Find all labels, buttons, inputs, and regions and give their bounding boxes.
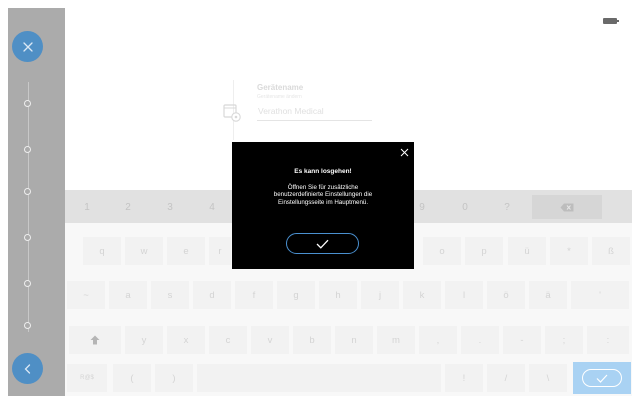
key[interactable]: ! (445, 364, 483, 392)
key[interactable]: : (587, 326, 629, 354)
key[interactable]: ß (592, 237, 630, 265)
input-underline (257, 120, 372, 121)
close-button[interactable] (12, 31, 43, 62)
key[interactable]: v (251, 326, 289, 354)
key[interactable]: p (465, 237, 503, 265)
dialog-ok-button[interactable] (286, 233, 359, 254)
key[interactable]: ( (113, 364, 151, 392)
key[interactable]: * (550, 237, 588, 265)
dialog-message-line: Öffnen Sie für zusätzliche (287, 184, 359, 191)
progress-step (24, 234, 31, 241)
key[interactable]: ? (495, 194, 519, 220)
key[interactable]: , (419, 326, 457, 354)
key[interactable]: ; (545, 326, 583, 354)
key[interactable]: h (319, 281, 357, 309)
key[interactable]: y (125, 326, 163, 354)
key[interactable]: o (423, 237, 461, 265)
shift-key[interactable] (69, 326, 121, 354)
progress-step (24, 280, 31, 287)
field-label: Gerätename (257, 83, 304, 92)
key[interactable]: ü (508, 237, 546, 265)
shift-icon (90, 335, 100, 345)
key[interactable]: - (503, 326, 541, 354)
dialog-title: Es kann losgehen! (294, 168, 352, 175)
key[interactable]: g (277, 281, 315, 309)
key[interactable]: s (151, 281, 189, 309)
key[interactable]: w (125, 237, 163, 265)
checkmark-icon (316, 239, 329, 249)
close-icon (400, 148, 408, 156)
key[interactable]: 3 (158, 194, 182, 220)
key[interactable]: ) (155, 364, 193, 392)
key[interactable]: f (235, 281, 273, 309)
left-rail (8, 8, 65, 396)
key[interactable]: n (335, 326, 373, 354)
key[interactable]: e (167, 237, 205, 265)
back-button[interactable] (12, 353, 43, 384)
chevron-left-icon (24, 363, 30, 374)
confirm-key[interactable] (573, 362, 631, 394)
confirm-key-frame (582, 369, 622, 387)
checkmark-icon (596, 374, 608, 383)
dialog-message: Öffnen Sie für zusätzliche benutzerdefin… (240, 184, 406, 206)
device-settings-icon (222, 103, 242, 128)
backspace-key[interactable] (532, 195, 602, 219)
key[interactable]: j (361, 281, 399, 309)
key[interactable]: 2 (116, 194, 140, 220)
space-key[interactable] (197, 364, 441, 392)
key[interactable]: 0 (453, 194, 477, 220)
progress-line (28, 82, 29, 332)
key[interactable]: ö (487, 281, 525, 309)
progress-step (24, 146, 31, 153)
field-hint: Gerätename ändern (257, 94, 302, 100)
key[interactable]: \ (529, 364, 567, 392)
key[interactable]: l (445, 281, 483, 309)
key[interactable]: . (461, 326, 499, 354)
symbols-key[interactable]: R@$ (67, 364, 107, 392)
key[interactable]: m (377, 326, 415, 354)
key[interactable]: x (167, 326, 205, 354)
dialog-close-button[interactable] (397, 145, 411, 159)
key[interactable]: r (209, 237, 231, 265)
key[interactable]: / (487, 364, 525, 392)
dialog-message-line: benutzerdefinierte Einstellungen die (273, 191, 373, 199)
key[interactable]: a (109, 281, 147, 309)
progress-step (24, 100, 31, 107)
backspace-icon (560, 203, 574, 211)
key[interactable]: q (83, 237, 121, 265)
close-icon (22, 41, 33, 52)
device-name-input[interactable]: Verathon Medical (258, 106, 324, 116)
key[interactable]: 1 (75, 194, 99, 220)
battery-icon (603, 18, 619, 24)
key[interactable]: d (193, 281, 231, 309)
key[interactable]: ä (529, 281, 567, 309)
dialog-message-line: Einstellungsseite im Hauptmenü. (277, 198, 369, 206)
key[interactable]: ~ (67, 281, 105, 309)
key[interactable]: k (403, 281, 441, 309)
progress-step (24, 188, 31, 195)
key[interactable]: ' (571, 281, 629, 309)
progress-step (24, 322, 31, 329)
key[interactable]: c (209, 326, 247, 354)
key[interactable]: b (293, 326, 331, 354)
key[interactable]: 4 (200, 194, 224, 220)
